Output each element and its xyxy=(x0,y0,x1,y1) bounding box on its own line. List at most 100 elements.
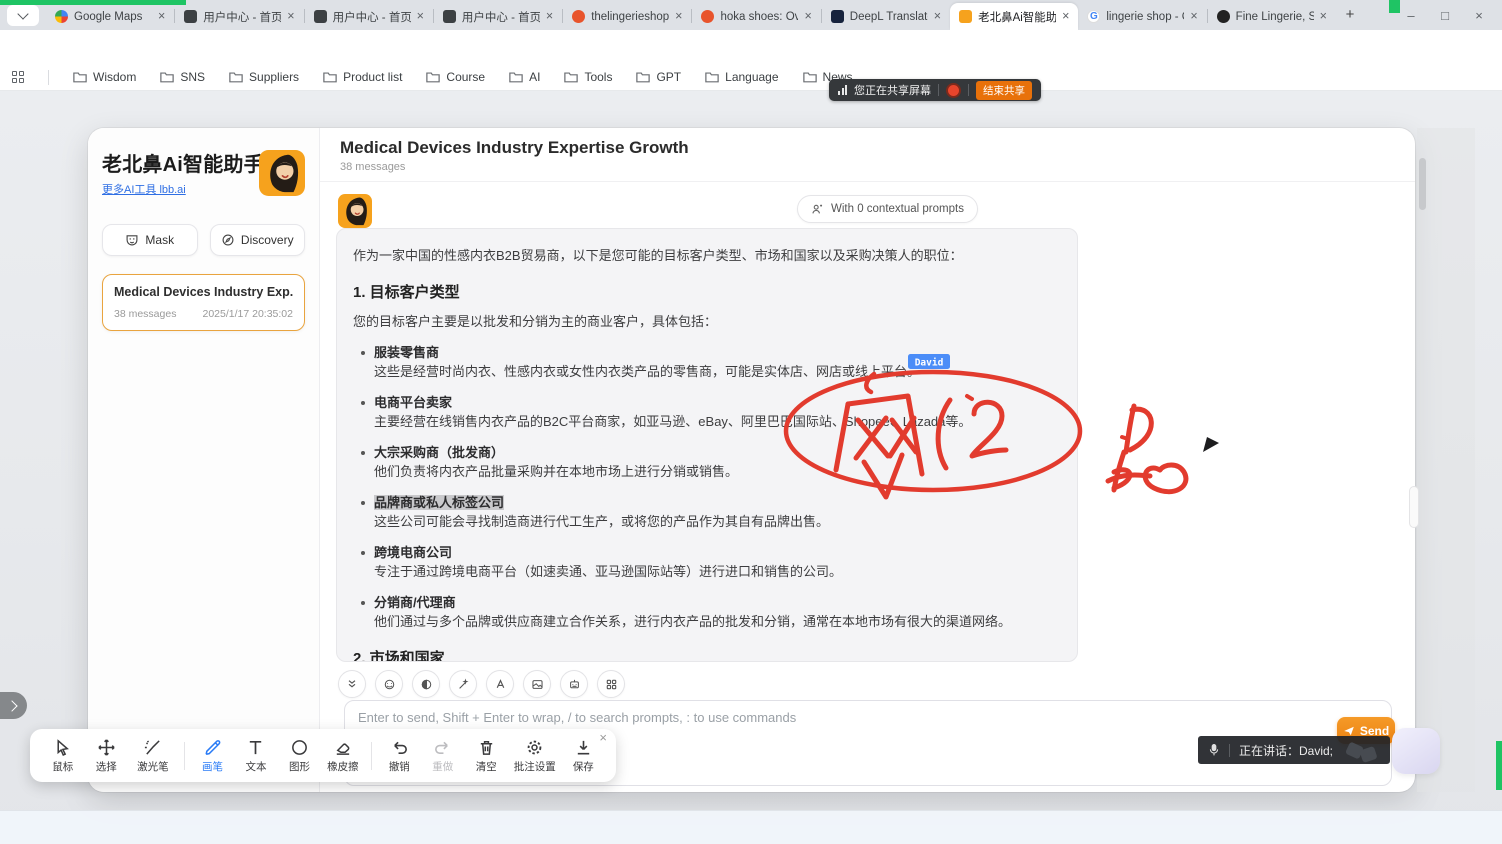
chat-item-date: 2025/1/17 20:35:02 xyxy=(202,308,293,320)
close-icon[interactable]: × xyxy=(158,10,165,23)
annotation-toolbar: 鼠标 选择 激光笔 画笔 文本 图形 橡皮擦 撤销 重做 清空 批注设置 保存 … xyxy=(30,729,616,782)
tool-shape[interactable]: 图形 xyxy=(279,738,320,774)
discovery-button[interactable]: Discovery xyxy=(210,224,306,256)
message-section-1: 1. 目标客户类型 xyxy=(353,282,1061,305)
chat-input-toolbar xyxy=(338,670,625,698)
microphone-icon xyxy=(1208,743,1220,757)
bookmark-folder-product-list[interactable]: Product list xyxy=(323,70,402,84)
close-icon[interactable]: × xyxy=(546,10,553,23)
bookmark-folder-sns[interactable]: SNS xyxy=(160,70,205,84)
discovery-compass-icon xyxy=(221,233,235,247)
chat-app-window: 老北鼻Ai智能助手 更多AI工具 lbb.ai Mask Discovery M… xyxy=(88,128,1415,792)
tab-ai-assistant-active[interactable]: 老北鼻Ai智能助手× xyxy=(950,3,1078,30)
tool-mouse[interactable]: 鼠标 xyxy=(42,738,83,774)
circle-shape-icon xyxy=(290,738,309,757)
tool-redo-disabled[interactable]: 重做 xyxy=(422,738,463,774)
close-window-button[interactable]: × xyxy=(1462,8,1496,23)
scrollbar-thumb[interactable] xyxy=(1410,487,1418,527)
mask-button[interactable]: Mask xyxy=(102,224,198,256)
eraser-icon xyxy=(333,738,352,757)
prompt-wand-button[interactable] xyxy=(449,670,477,698)
deepl-favicon xyxy=(831,10,844,23)
tool-undo[interactable]: 撤销 xyxy=(379,738,420,774)
close-icon[interactable]: × xyxy=(934,10,941,23)
speaking-toast: 正在讲话：David; xyxy=(1198,736,1390,764)
tool-clear[interactable]: 清空 xyxy=(466,738,507,774)
site-favicon xyxy=(1217,10,1230,23)
maximize-button[interactable]: □ xyxy=(1428,8,1462,23)
close-icon[interactable]: × xyxy=(1062,10,1069,23)
tool-laser-pointer[interactable]: 激光笔 xyxy=(129,738,177,774)
bookmark-folder-wisdom[interactable]: Wisdom xyxy=(73,70,136,84)
scrollbar-thumb[interactable] xyxy=(1419,158,1426,210)
cube-favicon xyxy=(443,10,456,23)
share-banner-text: 您正在共享屏幕 xyxy=(854,82,931,98)
tool-select[interactable]: 选择 xyxy=(85,738,126,774)
close-icon[interactable]: × xyxy=(804,10,811,23)
bookmark-folder-language[interactable]: Language xyxy=(705,70,778,84)
folder-icon xyxy=(636,71,650,83)
window-controls: – □ × xyxy=(1394,0,1496,30)
recording-dot-icon xyxy=(946,83,961,98)
panel-expand-handle[interactable] xyxy=(0,692,27,719)
floating-reaction-widget[interactable] xyxy=(1392,728,1440,774)
close-icon[interactable]: × xyxy=(1190,10,1197,23)
more-ai-tools-link[interactable]: 更多AI工具 lbb.ai xyxy=(102,181,186,197)
list-item: 大宗采购商（批发商）他们负责将内衣产品批量采购并在本地市场上进行分销或销售。 xyxy=(361,443,1061,482)
tab-user-center-3[interactable]: 用户中心 - 首页× xyxy=(434,3,562,30)
bookmark-folder-tools[interactable]: Tools xyxy=(564,70,612,84)
tool-text[interactable]: 文本 xyxy=(235,738,276,774)
theme-button[interactable] xyxy=(375,670,403,698)
bookmark-folder-ai[interactable]: AI xyxy=(509,70,540,84)
image-button[interactable] xyxy=(523,670,551,698)
close-icon[interactable]: × xyxy=(1320,10,1327,23)
browser-tab-strip: Google Maps× 用户中心 - 首页× 用户中心 - 首页× 用户中心 … xyxy=(0,0,1502,30)
tab-lingerie-shop[interactable]: Glingerie shop - G× xyxy=(1078,3,1206,30)
close-icon[interactable]: × xyxy=(417,10,424,23)
chat-item-title: Medical Devices Industry Exp... xyxy=(114,285,293,299)
font-size-button[interactable] xyxy=(486,670,514,698)
tab-hoka-shoes[interactable]: hoka shoes: Ove× xyxy=(692,3,820,30)
scroll-to-bottom-button[interactable] xyxy=(338,670,366,698)
bookmark-folder-gpt[interactable]: GPT xyxy=(636,70,681,84)
share-border-fragment xyxy=(0,0,186,5)
tool-eraser[interactable]: 橡皮擦 xyxy=(322,738,363,774)
bookmark-folder-suppliers[interactable]: Suppliers xyxy=(229,70,299,84)
download-icon xyxy=(574,738,593,757)
close-icon[interactable]: × xyxy=(675,10,682,23)
tool-pen-active[interactable]: 画笔 xyxy=(192,738,233,774)
google-maps-favicon xyxy=(55,10,68,23)
tab-user-center-2[interactable]: 用户中心 - 首页× xyxy=(305,3,433,30)
new-tab-button[interactable]: + xyxy=(1340,6,1360,23)
contextual-prompts-button[interactable]: With 0 contextual prompts xyxy=(797,195,978,223)
tool-save[interactable]: 保存 xyxy=(563,738,604,774)
site-favicon xyxy=(701,10,714,23)
close-icon[interactable]: × xyxy=(287,10,294,23)
apps-grid-icon[interactable] xyxy=(12,71,24,83)
stop-sharing-button[interactable]: 结束共享 xyxy=(976,81,1032,100)
tool-annotation-settings[interactable]: 批注设置 xyxy=(509,738,561,774)
bookmark-folder-course[interactable]: Course xyxy=(426,70,485,84)
share-border-fragment xyxy=(1389,0,1400,13)
tab-thelingerieshop[interactable]: thelingerieshop× xyxy=(563,3,691,30)
tab-google-maps[interactable]: Google Maps× xyxy=(46,3,174,30)
robot-model-button[interactable] xyxy=(560,670,588,698)
send-plane-icon xyxy=(1343,725,1355,737)
chat-list-item-selected[interactable]: Medical Devices Industry Exp... 38 messa… xyxy=(102,274,305,331)
list-item: 电商平台卖家主要经营在线销售内衣产品的B2C平台商家，如亚马逊、eBay、阿里巴… xyxy=(361,393,1061,432)
tab-user-center-1[interactable]: 用户中心 - 首页× xyxy=(175,3,303,30)
cursor-icon xyxy=(53,738,72,757)
plugins-grid-button[interactable] xyxy=(597,670,625,698)
close-toolbar-icon[interactable]: × xyxy=(599,731,607,744)
share-border-fragment xyxy=(1496,741,1502,790)
chevron-down-icon xyxy=(17,8,28,19)
dark-mode-button[interactable] xyxy=(412,670,440,698)
tab-fine-lingerie[interactable]: Fine Lingerie, Sle× xyxy=(1208,3,1336,30)
app-avatar xyxy=(259,150,305,196)
folder-icon xyxy=(803,71,817,83)
tab-deepl[interactable]: DeepL Translate× xyxy=(822,3,950,30)
tab-list-button[interactable] xyxy=(7,5,39,26)
google-favicon: G xyxy=(1087,10,1100,23)
folder-icon xyxy=(564,71,578,83)
folder-icon xyxy=(323,71,337,83)
